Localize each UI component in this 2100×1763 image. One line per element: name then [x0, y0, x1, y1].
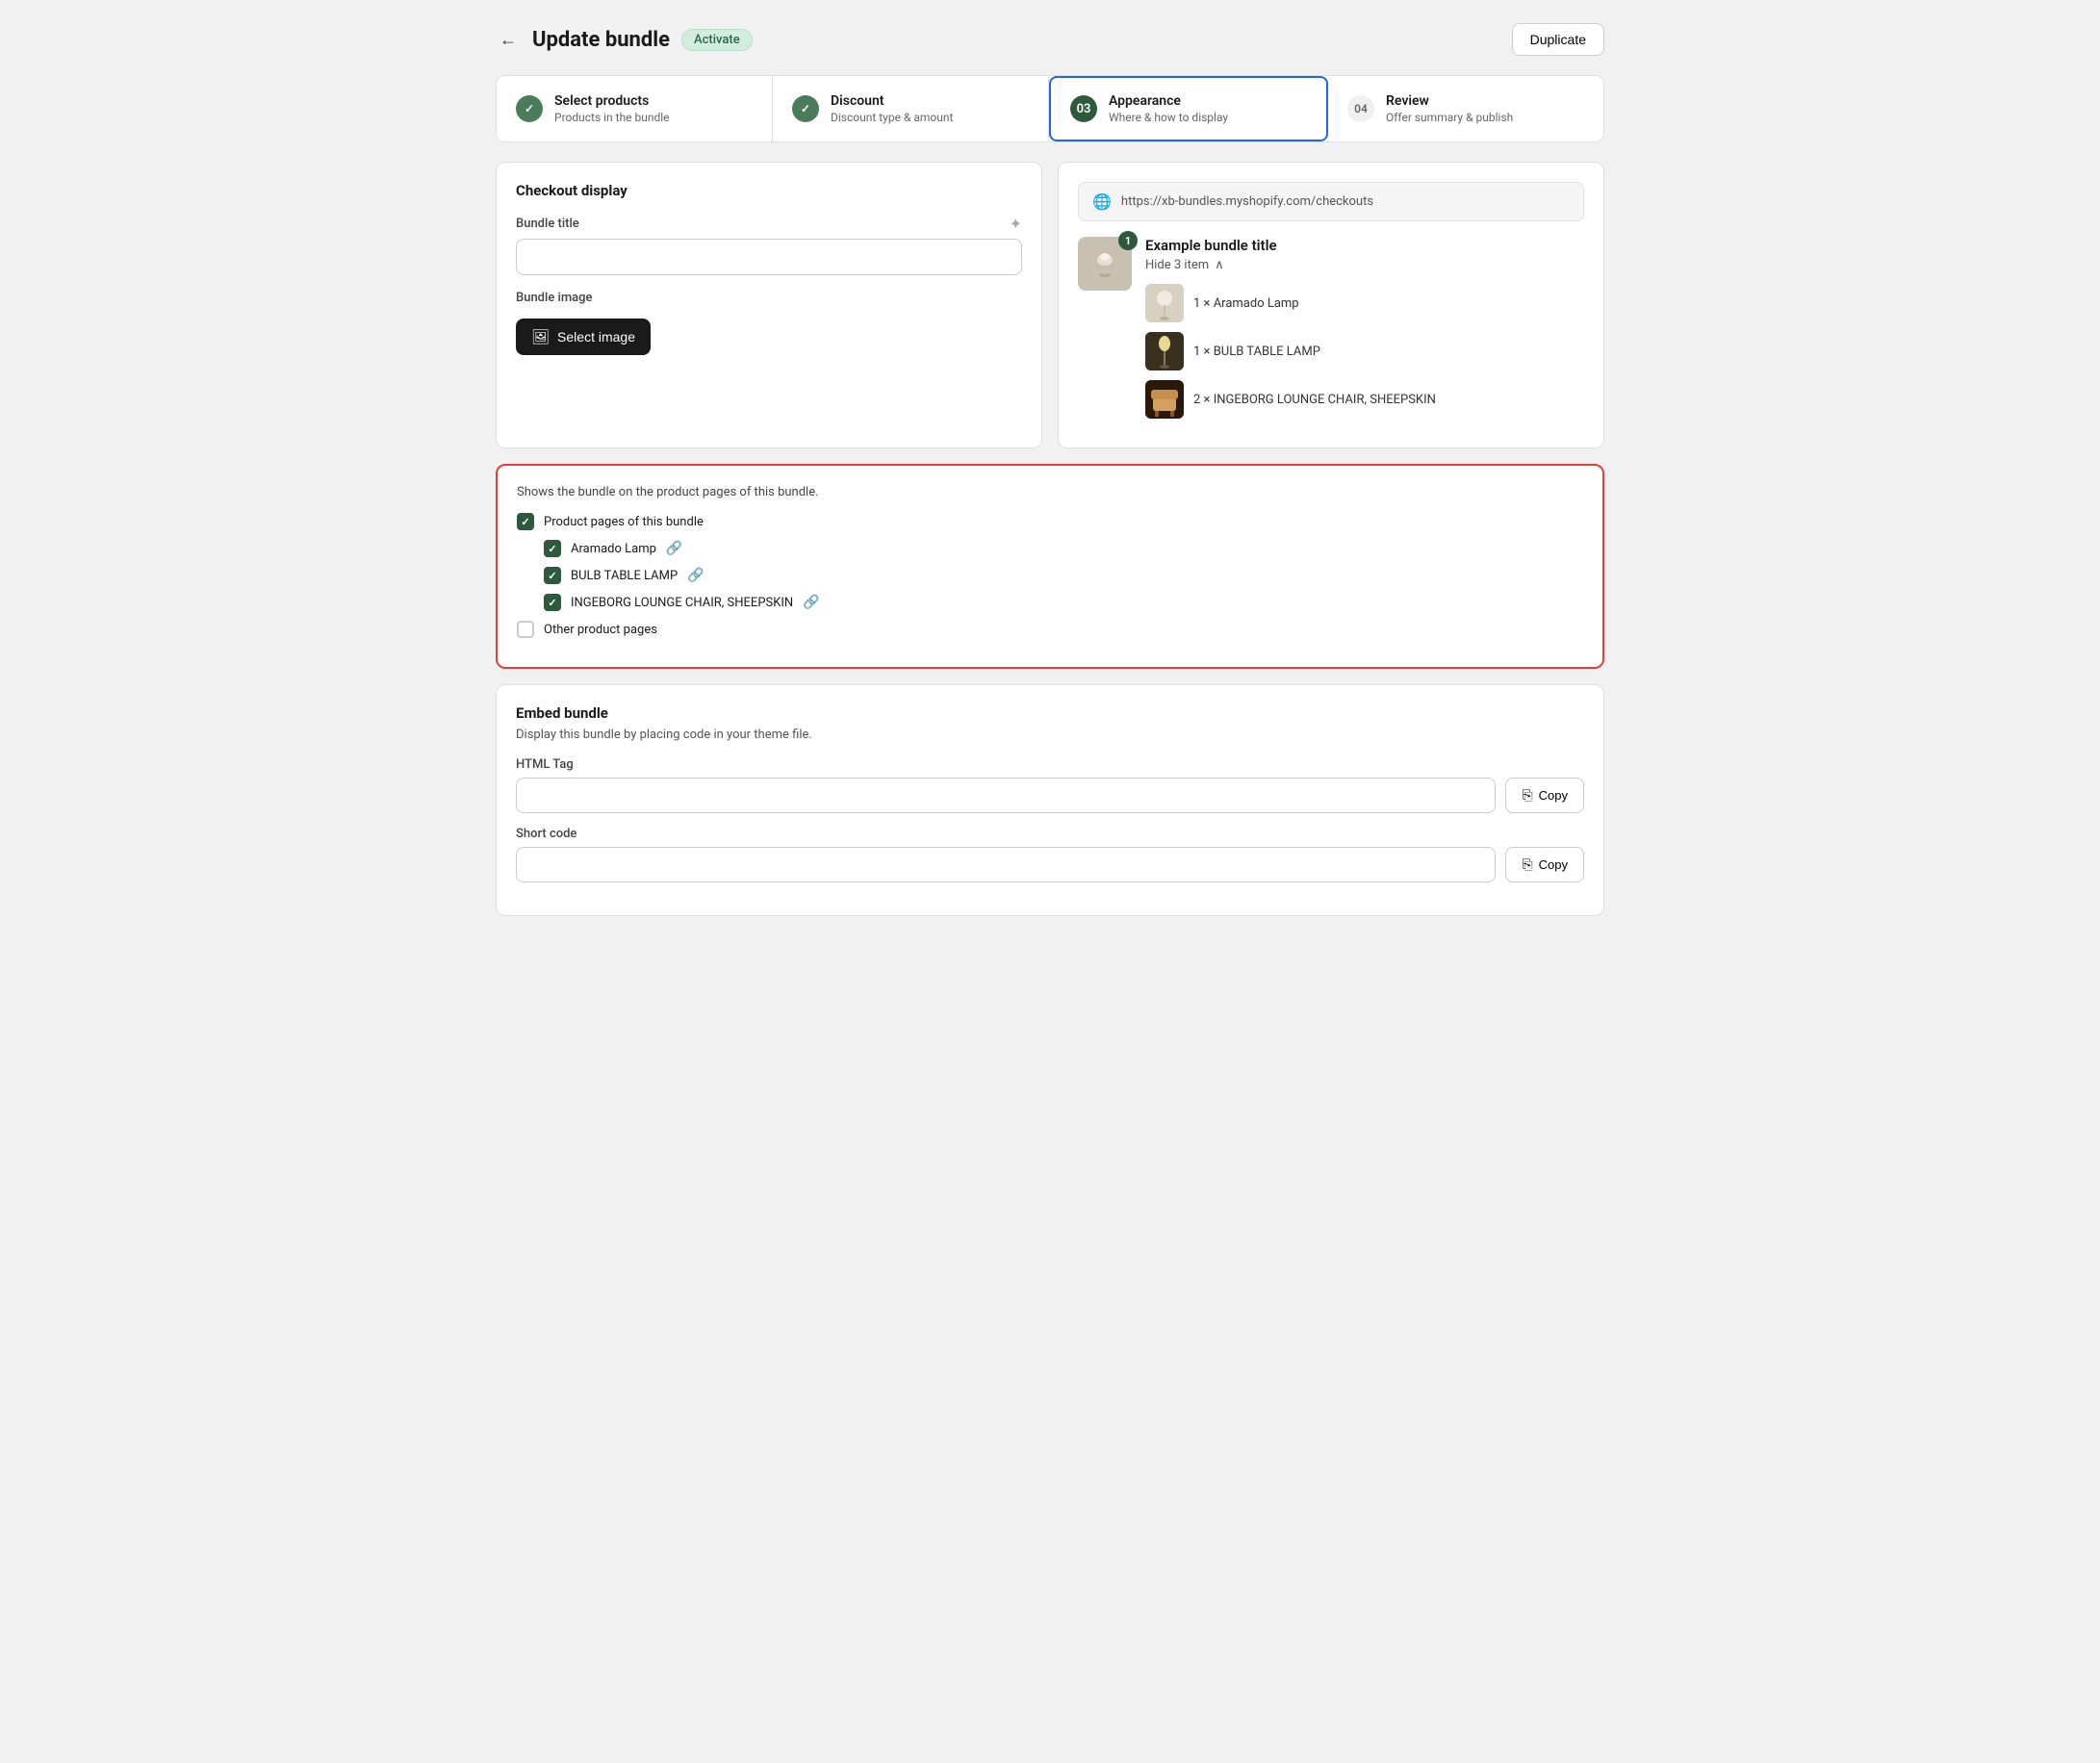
step-discount[interactable]: ✓ Discount Discount type & amount: [773, 76, 1049, 141]
preview-url-bar: 🌐 https://xb-bundles.myshopify.com/check…: [1078, 182, 1584, 221]
product-checkbox-0[interactable]: [544, 540, 561, 557]
main-grid: Checkout display Bundle title ✦ Example …: [496, 162, 1604, 448]
product-name-2: 2 × INGEBORG LOUNGE CHAIR, SHEEPSKIN: [1193, 393, 1436, 407]
product-checkbox-row-0: Aramado Lamp 🔗: [544, 540, 1583, 557]
link-icon-0[interactable]: 🔗: [666, 541, 682, 556]
product-checkbox-1[interactable]: [544, 567, 561, 584]
back-button[interactable]: ←: [496, 26, 521, 54]
bundle-thumb-wrapper: 1: [1078, 237, 1132, 291]
embed-desc: Display this bundle by placing code in y…: [516, 728, 1584, 742]
step-review[interactable]: 04 Review Offer summary & publish: [1328, 76, 1603, 141]
step-icon-discount: ✓: [792, 95, 819, 122]
other-checkbox-row: Other product pages: [517, 621, 1583, 638]
image-icon: 🖼: [531, 328, 550, 345]
move-icon: ✦: [1010, 215, 1022, 233]
product-checkbox-row-2: INGEBORG LOUNGE CHAIR, SHEEPSKIN 🔗: [544, 594, 1583, 611]
copy-icon-html: ⎘: [1522, 787, 1532, 804]
copy-icon-short: ⎘: [1522, 856, 1532, 873]
product-thumb-2: [1145, 380, 1184, 419]
html-tag-row: <xb-bundle id="678a20270ada693bdf373643"…: [516, 778, 1584, 813]
step-text-review: Review Offer summary & publish: [1386, 93, 1513, 124]
bundle-image-label: Bundle image: [516, 291, 1022, 305]
step-icon-select-products: ✓: [516, 95, 543, 122]
product-pages-card: Shows the bundle on the product pages of…: [496, 464, 1604, 669]
step-text-appearance: Appearance Where & how to display: [1109, 93, 1228, 124]
step-text-discount: Discount Discount type & amount: [831, 93, 953, 124]
product-checkbox-label-1: BULB TABLE LAMP: [571, 569, 678, 583]
short-code-input[interactable]: [xb-bundle id="678a20270ada693bdf373643"…: [516, 847, 1496, 882]
html-tag-copy-button[interactable]: ⎘ Copy: [1505, 778, 1584, 813]
other-checkbox[interactable]: [517, 621, 534, 638]
bundle-title-label: Bundle title ✦: [516, 215, 1022, 233]
bundle-preview-title: Example bundle title: [1145, 237, 1584, 254]
step-select-products[interactable]: ✓ Select products Products in the bundle: [497, 76, 773, 141]
step-appearance[interactable]: 03 Appearance Where & how to display: [1049, 76, 1328, 141]
html-tag-label: HTML Tag: [516, 757, 1584, 772]
select-image-button[interactable]: 🖼 Select image: [516, 319, 651, 355]
checkout-display-card: Checkout display Bundle title ✦ Example …: [496, 162, 1042, 448]
step-text-select-products: Select products Products in the bundle: [554, 93, 670, 124]
html-tag-input[interactable]: <xb-bundle id="678a20270ada693bdf373643"…: [516, 778, 1496, 813]
product-checkbox-2[interactable]: [544, 594, 561, 611]
bundle-preview: 1 Example bundle title Hide 3 item ∧: [1078, 237, 1584, 428]
product-item-1: 1 × BULB TABLE LAMP: [1145, 332, 1584, 370]
duplicate-button[interactable]: Duplicate: [1512, 23, 1604, 56]
parent-checkbox[interactable]: [517, 513, 534, 530]
header-left: ← Update bundle Activate: [496, 26, 753, 54]
globe-icon: 🌐: [1092, 192, 1112, 211]
hide-items-row[interactable]: Hide 3 item ∧: [1145, 258, 1584, 272]
step-icon-review: 04: [1347, 95, 1374, 122]
bundle-title-input[interactable]: Example bundle title: [516, 239, 1022, 275]
steps-bar: ✓ Select products Products in the bundle…: [496, 75, 1604, 142]
product-thumb-1: [1145, 332, 1184, 370]
parent-checkbox-row: Product pages of this bundle: [517, 513, 1583, 530]
parent-label: Product pages of this bundle: [544, 515, 704, 529]
embed-title: Embed bundle: [516, 704, 1584, 722]
link-icon-1[interactable]: 🔗: [687, 568, 704, 583]
step-icon-appearance: 03: [1070, 95, 1097, 122]
product-item-2: 2 × INGEBORG LOUNGE CHAIR, SHEEPSKIN: [1145, 380, 1584, 419]
bundle-badge: 1: [1118, 231, 1138, 250]
embed-card: Embed bundle Display this bundle by plac…: [496, 684, 1604, 916]
product-checkbox-row-1: BULB TABLE LAMP 🔗: [544, 567, 1583, 584]
page-header: ← Update bundle Activate Duplicate: [496, 23, 1604, 56]
page-title: Update bundle: [532, 28, 670, 52]
checkout-display-title: Checkout display: [516, 182, 1022, 199]
product-checkbox-label-2: INGEBORG LOUNGE CHAIR, SHEEPSKIN: [571, 596, 793, 610]
preview-url: https://xb-bundles.myshopify.com/checkou…: [1121, 194, 1373, 209]
product-name-0: 1 × Aramado Lamp: [1193, 296, 1299, 311]
product-name-1: 1 × BULB TABLE LAMP: [1193, 345, 1320, 359]
short-code-copy-button[interactable]: ⎘ Copy: [1505, 847, 1584, 882]
product-item-0: 1 × Aramado Lamp: [1145, 284, 1584, 322]
product-thumb-0: [1145, 284, 1184, 322]
short-code-row: [xb-bundle id="678a20270ada693bdf373643"…: [516, 847, 1584, 882]
product-pages-desc: Shows the bundle on the product pages of…: [517, 485, 1583, 499]
link-icon-2[interactable]: 🔗: [803, 595, 819, 610]
preview-card: 🌐 https://xb-bundles.myshopify.com/check…: [1058, 162, 1604, 448]
chevron-up-icon: ∧: [1215, 258, 1224, 272]
other-label: Other product pages: [544, 623, 657, 637]
product-checkbox-label-0: Aramado Lamp: [571, 542, 656, 556]
bundle-info: Example bundle title Hide 3 item ∧: [1145, 237, 1584, 428]
activate-badge[interactable]: Activate: [681, 29, 753, 51]
short-code-label: Short code: [516, 827, 1584, 841]
